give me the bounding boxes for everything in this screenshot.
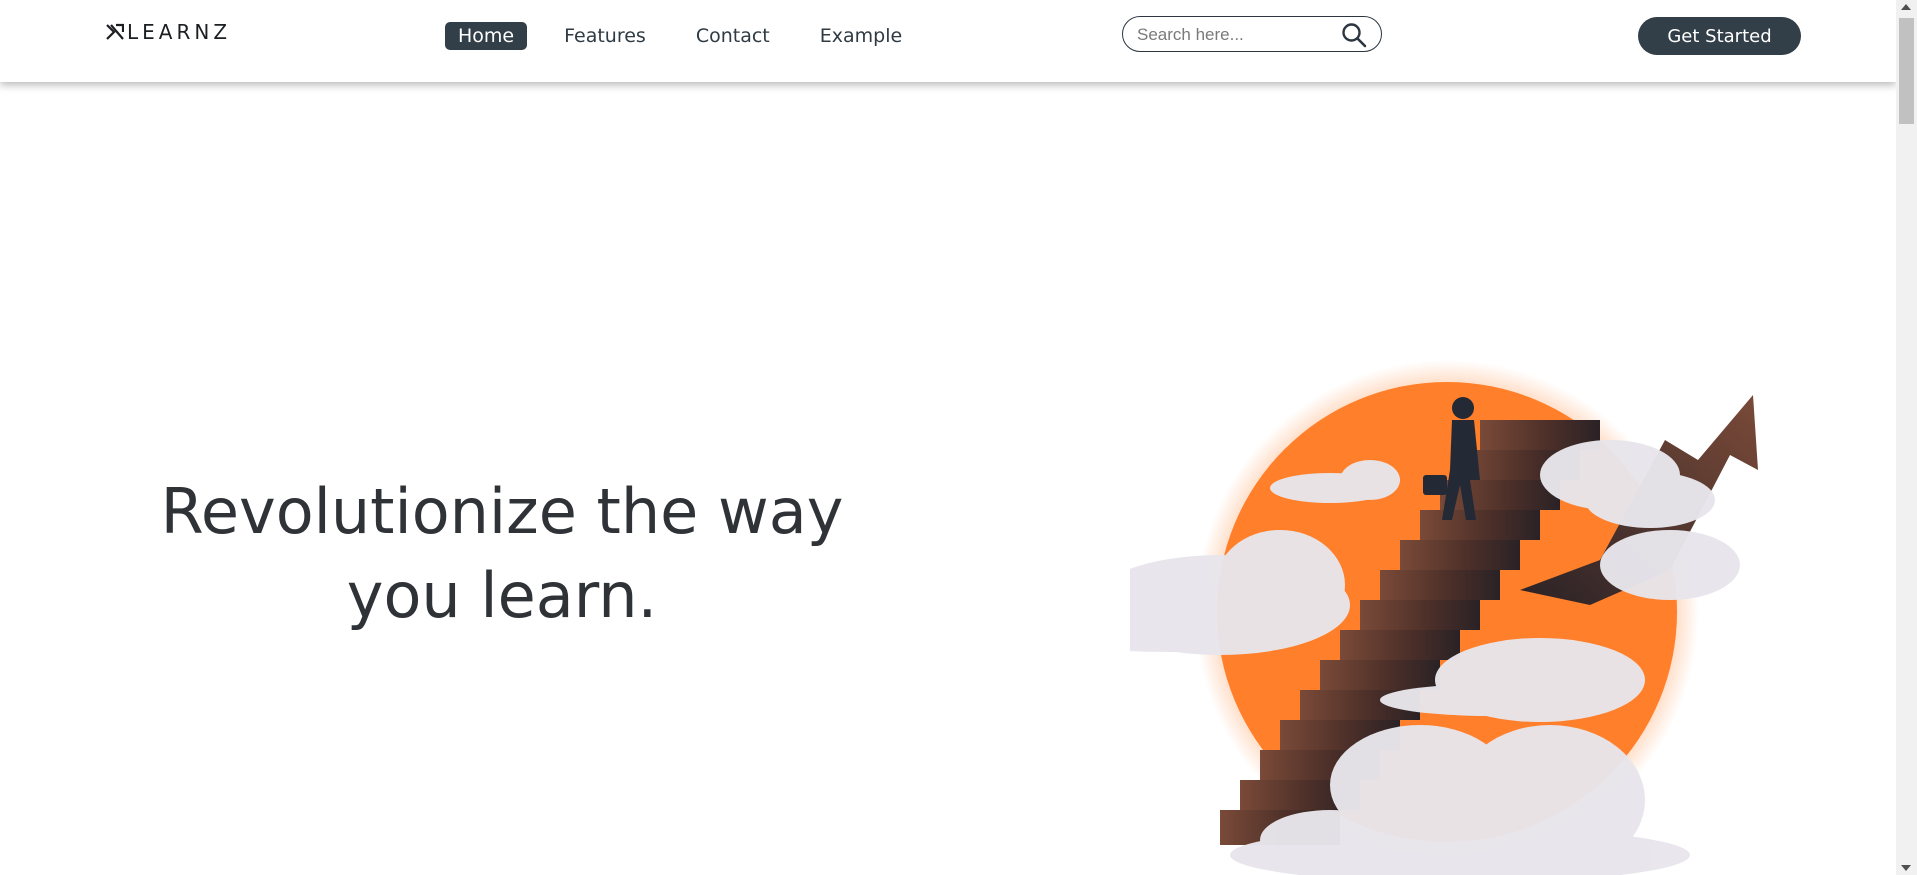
logo[interactable]: LEARNZ [106, 20, 231, 44]
scroll-thumb[interactable] [1899, 18, 1914, 124]
scroll-up-arrow-icon[interactable] [1901, 4, 1911, 10]
hero-illustration [1130, 360, 1758, 875]
logo-text: LEARNZ [127, 20, 232, 44]
scroll-down-arrow-icon[interactable] [1901, 865, 1911, 871]
navbar: LEARNZ Home Features Contact Example Get… [0, 0, 1896, 82]
nav-contact[interactable]: Contact [683, 22, 783, 50]
main-nav: Home Features Contact Example [445, 22, 939, 50]
nav-home[interactable]: Home [445, 22, 528, 50]
search-icon[interactable] [1341, 22, 1367, 48]
logo-mark-icon [106, 23, 124, 40]
nav-features[interactable]: Features [551, 22, 659, 50]
get-started-button[interactable]: Get Started [1638, 17, 1801, 55]
hero-title: Revolutionize the way you learn. [160, 470, 844, 638]
hero-title-line-1: Revolutionize the way [160, 475, 844, 548]
search-input[interactable] [1135, 23, 1339, 47]
nav-example[interactable]: Example [807, 22, 915, 50]
hero-title-line-2: you learn. [346, 559, 658, 632]
vertical-scrollbar[interactable] [1896, 0, 1917, 875]
search-box [1122, 16, 1382, 52]
